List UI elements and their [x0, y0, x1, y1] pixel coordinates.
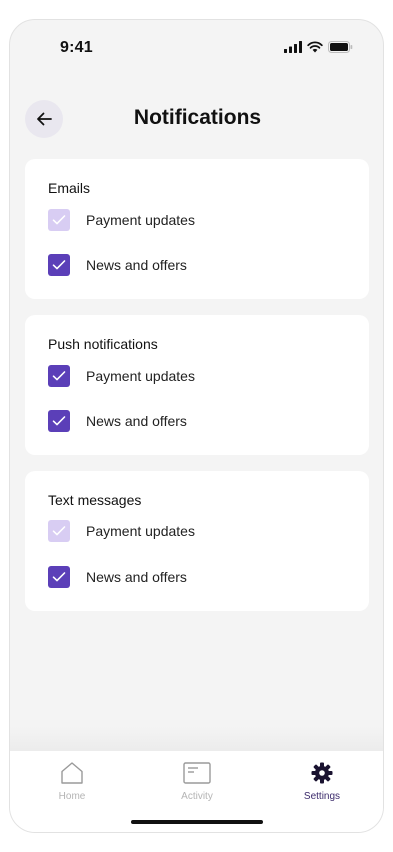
text-messages-section: Text messages Payment updates News and o…: [25, 471, 369, 611]
text-payment-updates-option[interactable]: Payment updates: [48, 519, 195, 543]
wifi-icon: [307, 41, 323, 53]
emails-payment-updates-checkbox[interactable]: [48, 209, 70, 231]
text-payment-updates-checkbox[interactable]: [48, 520, 70, 542]
option-label: News and offers: [86, 569, 187, 585]
scroll-fade: [10, 726, 383, 750]
emails-news-offers-option[interactable]: News and offers: [48, 253, 187, 277]
checkmark-icon: [52, 526, 66, 536]
tab-label: Home: [58, 791, 86, 802]
home-indicator: [131, 820, 263, 824]
status-time: 9:41: [60, 39, 93, 56]
push-payment-updates-checkbox[interactable]: [48, 365, 70, 387]
checkmark-icon: [52, 215, 66, 225]
tab-label: Settings: [303, 791, 341, 802]
emails-section: Emails Payment updates News and offers: [25, 159, 369, 299]
emails-news-offers-checkbox[interactable]: [48, 254, 70, 276]
tab-label: Activity: [181, 791, 213, 802]
status-bar: 9:41: [10, 20, 383, 74]
battery-icon: [328, 41, 353, 53]
tab-home[interactable]: Home: [27, 761, 117, 802]
page-title: Notifications: [133, 106, 262, 129]
checkmark-icon: [52, 260, 66, 270]
push-notifications-section: Push notifications Payment updates News …: [25, 315, 369, 455]
push-payment-updates-option[interactable]: Payment updates: [48, 364, 195, 388]
checkmark-icon: [52, 371, 66, 381]
text-news-offers-option[interactable]: News and offers: [48, 565, 187, 589]
tab-activity[interactable]: Activity: [152, 761, 242, 802]
section-title: Push notifications: [48, 336, 158, 352]
option-label: News and offers: [86, 413, 187, 429]
tab-settings[interactable]: Settings: [277, 761, 367, 802]
push-news-offers-checkbox[interactable]: [48, 410, 70, 432]
push-news-offers-option[interactable]: News and offers: [48, 409, 187, 433]
option-label: Payment updates: [86, 368, 195, 384]
checkmark-icon: [52, 416, 66, 426]
section-title: Emails: [48, 180, 91, 196]
status-icons: [284, 41, 353, 53]
option-label: News and offers: [86, 257, 187, 273]
home-icon: [61, 762, 83, 784]
gear-icon: [311, 762, 333, 784]
phone-screen: 9:41 Notifications Emails Payment update…: [9, 19, 384, 833]
tab-bar: Home Activity Settings: [10, 750, 383, 832]
activity-icon: [183, 762, 211, 784]
emails-payment-updates-option[interactable]: Payment updates: [48, 208, 195, 232]
section-title: Text messages: [48, 492, 142, 508]
checkmark-icon: [52, 572, 66, 582]
cellular-signal-icon: [284, 41, 302, 53]
option-label: Payment updates: [86, 212, 195, 228]
option-label: Payment updates: [86, 523, 195, 539]
text-news-offers-checkbox[interactable]: [48, 566, 70, 588]
header: Notifications: [10, 100, 383, 140]
